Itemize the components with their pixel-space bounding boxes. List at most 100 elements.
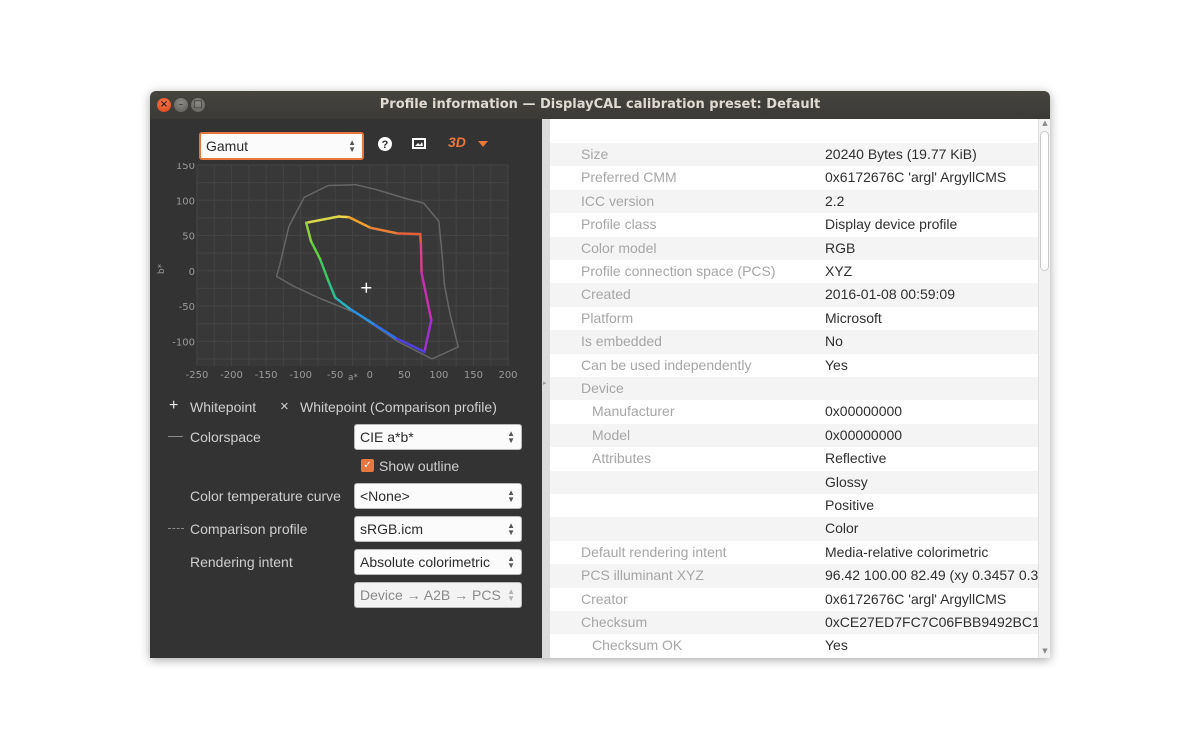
info-row[interactable]: Can be used independently Yes <box>550 354 1040 377</box>
rendering-intent-select[interactable]: Absolute colorimetric ▲ ▼ <box>354 549 522 575</box>
y-tick-label: 0 <box>189 267 195 278</box>
info-value: Microsoft <box>825 309 882 326</box>
scroll-up-arrow-icon[interactable]: ▲ <box>1040 119 1050 127</box>
whitepoint-symbol: + <box>169 397 179 414</box>
profile-info-window: × – □ Profile information — DisplayCAL c… <box>150 91 1050 658</box>
info-key: Platform <box>581 309 634 326</box>
gamut-segment <box>396 232 422 236</box>
x-tick-label: 50 <box>398 370 411 381</box>
info-row[interactable]: Is embedded No <box>550 330 1040 354</box>
info-key: PCS illuminant XYZ <box>581 567 704 584</box>
info-value: 0x6172676C 'argl' ArgyllCMS <box>825 590 1007 607</box>
info-key: Created <box>581 286 631 303</box>
info-row[interactable]: Preferred CMM 0x6172676C 'argl' ArgyllCMS <box>550 166 1040 189</box>
y-tick-label: -100 <box>172 337 195 348</box>
chevron-down-icon[interactable] <box>478 141 488 147</box>
info-value: Yes <box>825 356 848 373</box>
whitepoint-cmp-symbol: × <box>280 398 289 415</box>
show-outline-checkbox[interactable]: ✓ <box>361 459 374 472</box>
info-row[interactable]: Positive <box>550 494 1040 517</box>
x-tick-label: 200 <box>498 370 517 381</box>
info-row[interactable]: PCS illuminant XYZ 96.42 100.00 82.49 (xy… <box>550 564 1040 588</box>
comparison-profile-select[interactable]: sRGB.icm ▲ ▼ <box>354 516 522 542</box>
info-row[interactable]: Platform Microsoft <box>550 307 1040 330</box>
view-select-value: Gamut <box>206 138 249 154</box>
y-tick-label: 50 <box>182 232 195 243</box>
scroll-down-arrow-icon[interactable]: ▼ <box>1040 647 1050 655</box>
splitter-grip-icon: ▸ <box>543 379 547 387</box>
profile-info-table: Size 20240 Bytes (19.77 KiB) Preferred CMM… <box>550 119 1050 658</box>
comparison-dashed-line-icon <box>168 528 184 529</box>
info-row[interactable]: Checksum 0xCE27ED7FC7C06FBB9492BC140 <box>550 611 1040 635</box>
info-row[interactable]: Profile connection space (PCS) XYZ <box>550 260 1040 283</box>
image-icon[interactable] <box>411 136 427 151</box>
colorspace-line-icon <box>168 436 183 437</box>
info-key: Attributes <box>592 450 652 467</box>
info-row[interactable]: Attributes Reflective <box>550 447 1040 470</box>
info-key: Checksum <box>581 614 648 630</box>
info-value: Yes <box>825 637 848 654</box>
info-value: No <box>825 333 843 350</box>
info-key: Default rendering intent <box>581 543 727 560</box>
y-tick-label: 150 <box>176 163 195 172</box>
info-key: Profile connection space (PCS) <box>581 263 776 279</box>
comparison-profile-label: Comparison profile <box>190 521 308 537</box>
info-value: 2.2 <box>825 192 845 209</box>
rendering-intent-value: Absolute colorimetric <box>360 554 490 570</box>
info-key: Device <box>581 380 624 396</box>
colorspace-select[interactable]: CIE a*b* ▲ ▼ <box>354 424 522 450</box>
gamut-segment <box>418 232 423 246</box>
x-tick-label: 0 <box>367 370 373 381</box>
info-row[interactable]: ICC version 2.2 <box>550 189 1040 214</box>
info-row[interactable]: Device <box>550 377 1040 401</box>
info-row[interactable]: Default rendering intent Media-relative c… <box>550 541 1040 564</box>
scrollbar-thumb[interactable] <box>1040 131 1049 271</box>
y-axis-label: b* <box>157 263 167 274</box>
rendering-intent-label: Rendering intent <box>190 554 293 570</box>
updown-arrows-icon: ▲ ▼ <box>507 521 515 537</box>
show-outline-label: Show outline <box>379 458 460 474</box>
info-row[interactable]: Manufacturer 0x00000000 <box>550 400 1040 423</box>
info-row[interactable]: Creator 0x6172676C 'argl' ArgyllCMS <box>550 588 1040 611</box>
info-value: Reflective <box>825 450 887 467</box>
info-row[interactable]: Color model RGB <box>550 236 1040 260</box>
info-key: Profile class <box>581 216 657 233</box>
info-value: Media-relative colorimetric <box>825 543 989 560</box>
view-3d-button[interactable]: 3D <box>448 134 466 150</box>
color-temp-curve-label: Color temperature curve <box>190 488 341 504</box>
info-row[interactable]: Profile class Display device profile <box>550 213 1040 236</box>
info-key: Creator <box>581 590 628 607</box>
view-select[interactable]: Gamut ▲ ▼ <box>199 132 364 160</box>
updown-arrows-icon: ▲ ▼ <box>348 138 356 154</box>
info-key: Checksum OK <box>592 637 683 654</box>
info-value: 0x00000000 <box>825 426 903 443</box>
updown-arrows-icon: ▲ ▼ <box>507 587 515 603</box>
info-row[interactable]: Model 0x00000000 <box>550 423 1040 448</box>
info-value: 96.42 100.00 82.49 (xy 0.3457 0.35 <box>825 567 1040 584</box>
direction-select: Device → A2B → PCS ▲ ▼ <box>354 582 522 608</box>
info-value: RGB <box>825 239 856 256</box>
panel-splitter[interactable]: ▸ <box>542 119 550 658</box>
info-row[interactable]: Created 2016-01-08 00:59:09 <box>550 283 1040 307</box>
colorspace-value: CIE a*b* <box>360 429 414 445</box>
updown-arrows-icon: ▲ ▼ <box>507 554 515 570</box>
help-icon[interactable]: ? <box>377 136 393 152</box>
whitepoint-comparison-legend: Whitepoint (Comparison profile) <box>300 399 497 415</box>
whitepoint-legend: Whitepoint <box>190 399 257 415</box>
x-tick-label: -100 <box>289 370 312 381</box>
info-key: Preferred CMM <box>581 169 677 186</box>
gamut-segment <box>337 215 351 219</box>
info-row[interactable]: Glossy <box>550 470 1040 494</box>
info-value: Display device profile <box>825 216 958 233</box>
info-key: Size <box>581 146 609 162</box>
info-row[interactable]: Size 20240 Bytes (19.77 KiB) <box>550 143 1040 167</box>
info-row[interactable]: Checksum OK Yes <box>550 634 1040 657</box>
vertical-scrollbar[interactable]: ▲ ▼ <box>1038 119 1050 658</box>
color-temp-curve-select[interactable]: <None> ▲ ▼ <box>354 483 522 509</box>
x-tick-label: 100 <box>429 370 448 381</box>
info-row[interactable]: Color <box>550 517 1040 541</box>
info-key: ICC version <box>581 192 655 209</box>
info-key: Model <box>592 426 631 443</box>
gamut-chart: -250 -200 -150 -100 -50 0 50 100 150 200 150 100 50 0… <box>157 163 518 383</box>
info-value: 0x6172676C 'argl' ArgyllCMS <box>825 169 1007 186</box>
